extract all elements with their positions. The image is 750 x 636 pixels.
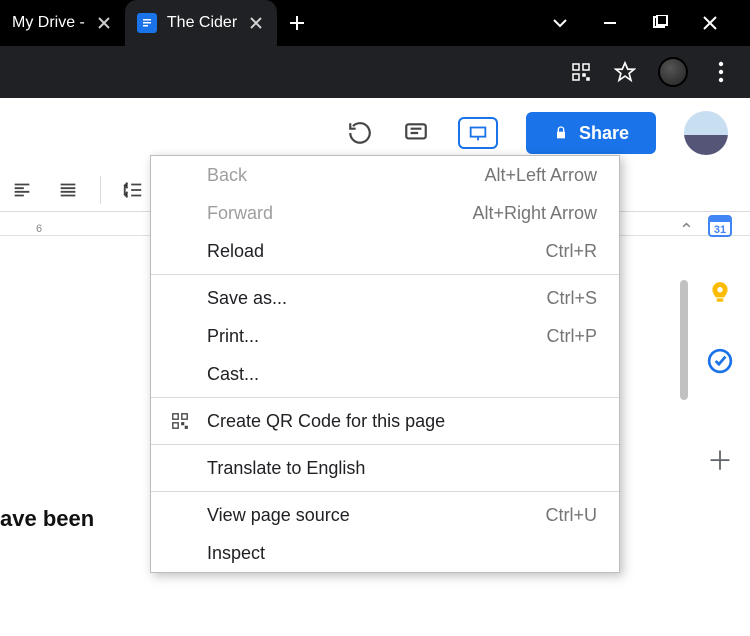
menu-shortcut: Ctrl+P [546, 326, 597, 347]
menu-label: Print... [207, 326, 530, 347]
menu-separator [151, 397, 619, 398]
menu-print[interactable]: Print... Ctrl+P [151, 317, 619, 355]
add-panel-icon[interactable]: ＋ [705, 444, 735, 474]
menu-inspect[interactable]: Inspect [151, 534, 619, 572]
tab-title: The Cider [167, 14, 237, 32]
menu-shortcut: Alt+Right Arrow [472, 203, 597, 224]
menu-label: Create QR Code for this page [207, 411, 581, 432]
menu-separator [151, 274, 619, 275]
account-avatar[interactable] [684, 111, 728, 155]
comment-icon[interactable] [402, 119, 430, 147]
present-icon[interactable] [458, 117, 498, 149]
keep-icon[interactable] [705, 278, 735, 308]
menu-label: Reload [207, 241, 529, 262]
menu-cast[interactable]: Cast... [151, 355, 619, 393]
menu-label: Cast... [207, 364, 581, 385]
context-menu: Back Alt+Left Arrow Forward Alt+Right Ar… [150, 155, 620, 573]
document-text: ave been [0, 506, 94, 532]
browser-toolbar [0, 46, 750, 98]
minimize-icon[interactable] [600, 13, 620, 33]
share-button[interactable]: Share [526, 112, 656, 154]
tab-title: My Drive - [12, 14, 85, 32]
history-icon[interactable] [346, 119, 374, 147]
menu-view-source[interactable]: View page source Ctrl+U [151, 496, 619, 534]
qr-icon [169, 412, 191, 430]
toolbar-divider [100, 176, 101, 204]
line-spacing-icon[interactable] [119, 176, 147, 204]
ruler-mark: 6 [10, 223, 68, 235]
align-left-icon[interactable] [8, 176, 36, 204]
close-icon[interactable] [95, 14, 113, 32]
menu-shortcut: Ctrl+R [545, 241, 597, 262]
svg-text:31: 31 [714, 224, 726, 236]
browser-tabstrip: My Drive - The Cider [0, 0, 750, 46]
close-window-icon[interactable] [700, 13, 720, 33]
share-label: Share [579, 123, 629, 144]
menu-translate[interactable]: Translate to English [151, 449, 619, 487]
menu-label: Back [207, 165, 468, 186]
menu-back[interactable]: Back Alt+Left Arrow [151, 156, 619, 194]
qr-icon[interactable] [570, 61, 592, 83]
tab-the-cider[interactable]: The Cider [125, 0, 277, 46]
menu-label: Save as... [207, 288, 530, 309]
kebab-menu-icon[interactable] [710, 61, 732, 83]
close-icon[interactable] [247, 14, 265, 32]
profile-avatar[interactable] [658, 57, 688, 87]
new-tab-button[interactable] [277, 3, 317, 43]
menu-label: Forward [207, 203, 456, 224]
star-icon[interactable] [614, 61, 636, 83]
menu-separator [151, 491, 619, 492]
chevron-down-icon[interactable] [550, 13, 570, 33]
tab-my-drive[interactable]: My Drive - [0, 0, 125, 46]
scroll-up-icon[interactable]: ⌃ [679, 220, 694, 241]
tasks-icon[interactable] [705, 346, 735, 376]
menu-reload[interactable]: Reload Ctrl+R [151, 232, 619, 270]
menu-forward[interactable]: Forward Alt+Right Arrow [151, 194, 619, 232]
menu-label: View page source [207, 505, 529, 526]
menu-label: Inspect [207, 543, 581, 564]
menu-shortcut: Ctrl+S [546, 288, 597, 309]
side-panel: 31 ＋ [690, 210, 750, 474]
lock-icon [553, 125, 569, 141]
menu-shortcut: Alt+Left Arrow [484, 165, 597, 186]
calendar-icon[interactable]: 31 [705, 210, 735, 240]
maximize-icon[interactable] [650, 13, 670, 33]
menu-save-as[interactable]: Save as... Ctrl+S [151, 279, 619, 317]
menu-create-qr[interactable]: Create QR Code for this page [151, 402, 619, 440]
align-justify-icon[interactable] [54, 176, 82, 204]
menu-label: Translate to English [207, 458, 581, 479]
window-controls [550, 13, 750, 33]
menu-separator [151, 444, 619, 445]
google-docs-icon [137, 13, 157, 33]
menu-shortcut: Ctrl+U [545, 505, 597, 526]
scrollbar-thumb[interactable] [680, 280, 688, 400]
